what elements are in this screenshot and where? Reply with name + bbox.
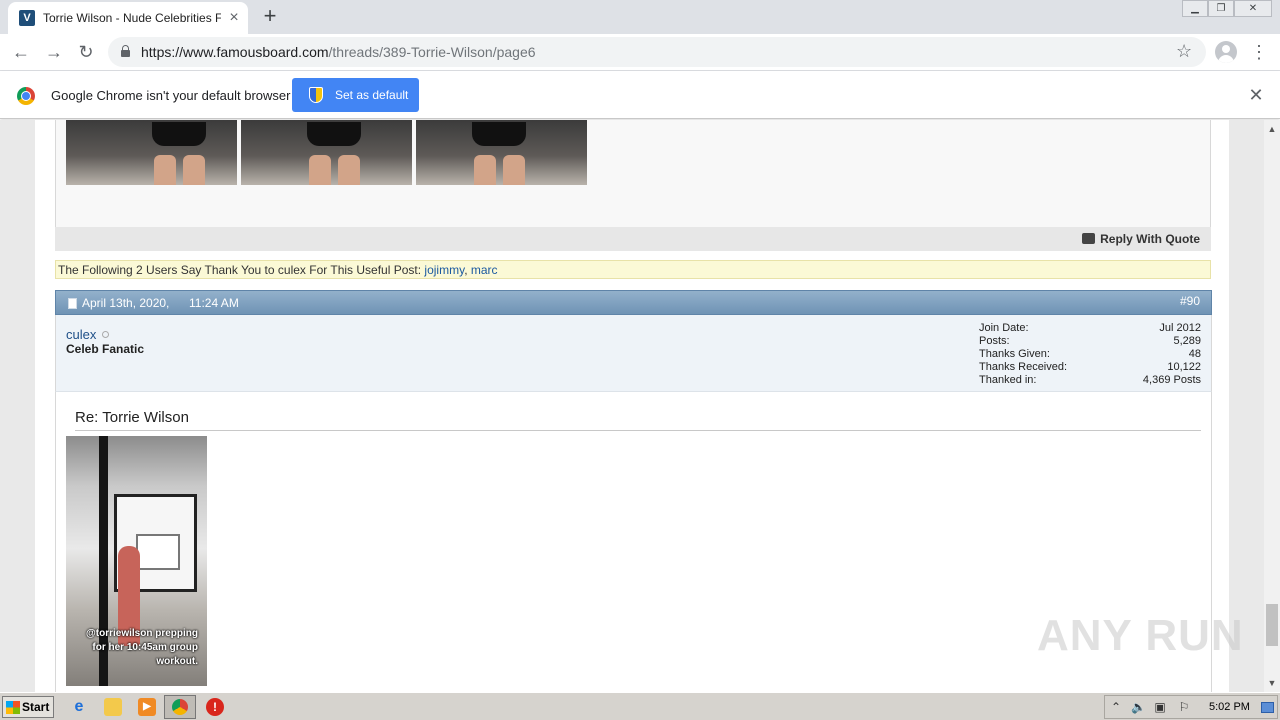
post-time: 11:24 AM [189,296,239,310]
tab-strip: V Torrie Wilson - Nude Celebrities Forum… [0,0,1280,34]
stat-label: Thanks Given: [979,348,1050,360]
url-path: /threads/389-Torrie-Wilson/page6 [328,44,536,60]
image-caption: @torriewilson prepping for her 10:45am g… [86,628,198,667]
stop-sign-icon[interactable]: ! [206,698,224,716]
username-link[interactable]: culex [66,327,96,342]
browser-toolbar: ← → ↻ https://www.famousboard.com/thread… [0,34,1280,71]
user-stats: Join Date: Jul 2012 Posts: 5,289 Thanks Gi… [979,322,1201,387]
user-title: Celeb Fanatic [66,342,145,356]
quote-icon [1082,233,1096,244]
action-center-flag-icon[interactable]: ⚐ [1177,700,1191,714]
reload-button[interactable]: ↻ [74,40,98,64]
url-text[interactable]: https://www.famousboard.com/threads/389-… [141,44,536,60]
page-viewport: Reply With Quote The Following 2 Users S… [0,120,1264,692]
post-thumbnail-3[interactable] [416,120,587,185]
stat-row: Thanked in: 4,369 Posts [979,374,1201,387]
taskbar-clock[interactable]: 5:02 PM [1209,701,1250,713]
volume-icon[interactable]: 🔈 [1131,700,1146,714]
windows-flag-icon [6,701,20,714]
stat-value: Jul 2012 [1159,322,1201,334]
stat-label: Thanks Received: [979,361,1068,373]
post-user-info: culex Celeb Fanatic Join Date: Jul 2012 P… [55,315,1212,392]
stat-label: Posts: [979,335,1010,347]
scroll-up-icon[interactable]: ▲ [1267,124,1277,134]
forward-button[interactable]: → [42,40,66,64]
tab-close-icon[interactable]: × [226,10,242,26]
stat-row: Thanks Received: 10,122 [979,361,1201,374]
post-header: April 13th, 2020, 11:24 AM #90 [55,290,1212,315]
minimize-window-button[interactable]: ▁ [1182,0,1208,17]
offline-status-icon [102,331,110,338]
stat-label: Thanked in: [979,374,1037,386]
post-doc-icon [68,298,77,309]
uac-shield-icon [309,87,323,103]
stat-value: 48 [1188,348,1201,360]
stat-label: Join Date: [979,322,1029,334]
infobar-message: Google Chrome isn't your default browser [51,88,291,103]
file-explorer-icon[interactable] [104,698,122,716]
forum-page: Reply With Quote The Following 2 Users S… [35,120,1229,692]
new-tab-button[interactable]: + [258,5,282,29]
close-window-button[interactable]: ✕ [1234,0,1272,17]
tab-title: Torrie Wilson - Nude Celebrities Forum [43,11,221,25]
lock-icon[interactable] [121,45,130,57]
post-title: Re: Torrie Wilson [75,409,189,426]
stat-value: 5,289 [1173,335,1201,347]
thanks-text: The Following 2 Users Say Thank You to c… [58,263,422,277]
username-row: culex [66,327,110,342]
profile-avatar-icon[interactable] [1215,41,1237,63]
tray-expand-icon[interactable]: ⌃ [1109,700,1123,714]
anyrun-watermark: ANY RUN [1037,611,1244,660]
back-button[interactable]: ← [9,40,33,64]
start-label: Start [22,700,50,714]
bookmark-star-icon[interactable]: ☆ [1176,41,1192,62]
thanks-separator: , [464,263,471,277]
post-date: April 13th, 2020, [82,296,170,310]
system-tray: ⌃ 🔈 ▣ ⚐ 5:02 PM [1104,695,1278,719]
chrome-taskbar-button[interactable] [164,695,196,719]
stat-row: Join Date: Jul 2012 [979,322,1201,335]
stat-value: 10,122 [1167,361,1201,373]
page-scrollbar[interactable]: ▲ ▼ [1264,120,1280,692]
media-player-icon[interactable]: ▶ [138,698,156,716]
infobar-close-icon[interactable]: ✕ [1246,85,1266,105]
set-as-default-button[interactable]: Set as default [292,78,419,112]
thanks-bar: The Following 2 Users Say Thank You to c… [55,260,1211,279]
stat-row: Thanks Given: 48 [979,348,1201,361]
internet-explorer-icon[interactable]: e [70,698,88,716]
thanks-user-link[interactable]: jojimmy [424,263,464,277]
scroll-down-icon[interactable]: ▼ [1267,678,1277,688]
show-desktop-icon[interactable] [1261,702,1274,713]
previous-post-body [55,120,1211,227]
site-favicon-icon: V [19,10,35,26]
reply-with-quote-label: Reply With Quote [1100,232,1200,246]
restore-window-button[interactable]: ❐ [1208,0,1234,17]
post-title-divider [75,430,1201,431]
thanks-user-link[interactable]: marc [471,263,498,277]
set-as-default-label: Set as default [335,88,409,102]
network-icon[interactable]: ▣ [1153,700,1167,714]
post-number-link[interactable]: #90 [1180,294,1200,308]
default-browser-infobar: Google Chrome isn't your default browser… [0,71,1280,119]
windows-taskbar: Start e ▶ ! ⌃ 🔈 ▣ ⚐ 5:02 PM [0,692,1280,720]
reply-with-quote-button[interactable]: Reply With Quote [1082,232,1200,246]
address-bar[interactable]: https://www.famousboard.com/threads/389-… [108,37,1206,67]
chrome-menu-icon[interactable]: ⋮ [1250,40,1268,64]
stat-row: Posts: 5,289 [979,335,1201,348]
post-image[interactable]: @torriewilson prepping for her 10:45am g… [66,436,207,686]
post-thumbnail-1[interactable] [66,120,237,185]
post-footer: Reply With Quote [55,227,1211,251]
chrome-logo-icon [17,87,35,105]
scroll-thumb[interactable] [1266,604,1278,646]
post-thumbnail-2[interactable] [241,120,412,185]
chrome-icon [172,699,188,715]
start-button[interactable]: Start [2,696,54,718]
browser-tab[interactable]: V Torrie Wilson - Nude Celebrities Forum… [8,2,248,34]
url-host: https://www.famousboard.com [141,44,329,60]
stat-value: 4,369 Posts [1142,374,1201,386]
